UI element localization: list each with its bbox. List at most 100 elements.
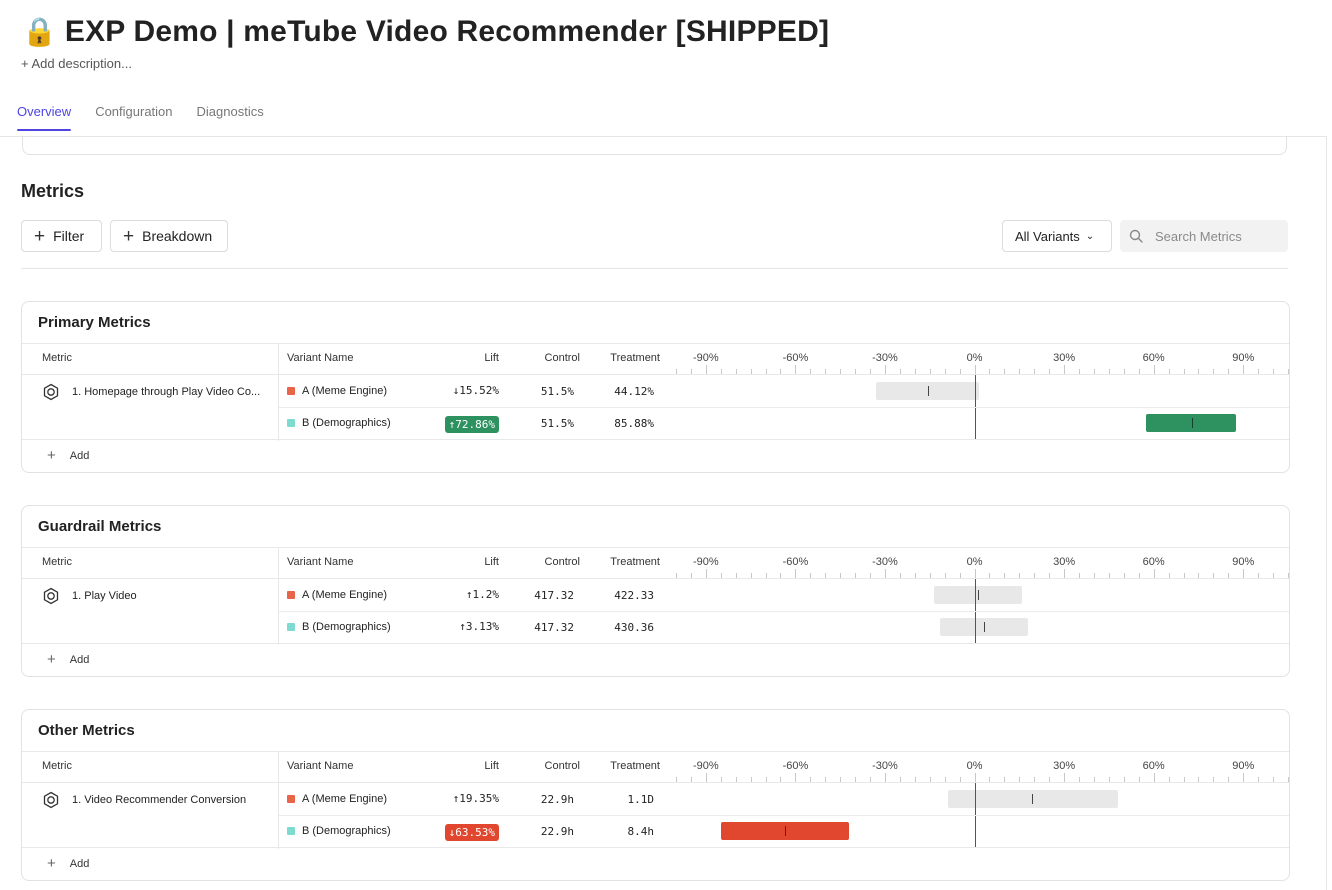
axis-tick	[1183, 573, 1185, 578]
axis-tick	[870, 573, 872, 578]
column-header-control[interactable]: Control	[532, 760, 580, 772]
axis-tick-label: 0%	[966, 760, 983, 772]
lift-value: ↑19.35%	[452, 792, 499, 805]
variant-row[interactable]: B (Demographics)	[287, 407, 452, 439]
column-header-metric[interactable]: Metric	[42, 556, 72, 568]
column-header-lift[interactable]: Lift	[452, 556, 499, 568]
column-header-metric[interactable]: Metric	[42, 760, 72, 772]
metric-name[interactable]: 1. Play Video	[42, 587, 272, 605]
confidence-interval-bar[interactable]	[1146, 414, 1236, 432]
column-header-lift[interactable]: Lift	[452, 760, 499, 772]
treatment-value: 85.88%	[614, 417, 654, 430]
add-metric-button[interactable]: + Add	[47, 855, 89, 872]
lift-point-marker	[983, 622, 985, 632]
header-divider	[22, 578, 1289, 579]
tab-diagnostics[interactable]: Diagnostics	[197, 104, 264, 131]
treatment-value: 1.1D	[627, 793, 655, 806]
lift-point-marker	[1032, 794, 1034, 804]
variant-row[interactable]: A (Meme Engine)	[287, 783, 452, 815]
search-metrics[interactable]	[1120, 220, 1288, 252]
axis-tick-label: -60%	[782, 760, 809, 772]
axis-tick	[884, 569, 886, 578]
column-header-lift[interactable]: Lift	[452, 352, 499, 364]
axis-tick	[1153, 569, 1155, 578]
column-header-metric[interactable]: Metric	[42, 352, 72, 364]
filter-button[interactable]: + Filter	[21, 220, 102, 252]
control-value: 22.9h	[540, 825, 574, 838]
axis-tick	[780, 369, 782, 374]
column-header-control[interactable]: Control	[532, 352, 580, 364]
variant-color-swatch	[287, 795, 295, 803]
add-metric-button[interactable]: + Add	[47, 651, 89, 668]
axis-tick	[1213, 573, 1215, 578]
breakdown-button[interactable]: + Breakdown	[110, 220, 228, 252]
add-description-link[interactable]: + Add description...	[21, 56, 132, 71]
axis-tick-label: 30%	[1053, 760, 1076, 772]
axis-tick	[944, 573, 946, 578]
variant-row[interactable]: A (Meme Engine)	[287, 579, 452, 611]
axis-tick	[735, 573, 737, 578]
axis-tick	[870, 369, 872, 374]
column-header-treatment[interactable]: Treatment	[604, 352, 660, 364]
axis-tick	[1198, 369, 1200, 374]
lift-cell: ↓63.53%	[436, 824, 499, 841]
row-divider	[279, 815, 1289, 816]
axis-tick	[1273, 777, 1275, 782]
control-value: 51.5%	[540, 385, 574, 398]
axis-tick	[1213, 777, 1215, 782]
lift-value: ↑1.2%	[465, 588, 499, 601]
axis-tick	[750, 777, 752, 782]
experiment-title[interactable]: EXP Demo | meTube Video Recommender [SHI…	[65, 14, 829, 50]
experiment-title-row: 🔒 EXP Demo | meTube Video Recommender [S…	[22, 14, 829, 50]
row-divider	[279, 407, 1289, 408]
axis-tick	[1004, 573, 1006, 578]
lift-point-marker	[978, 590, 980, 600]
column-header-variant-name[interactable]: Variant Name	[287, 352, 353, 364]
axis-tick	[705, 365, 707, 374]
tab-configuration[interactable]: Configuration	[95, 104, 172, 131]
column-header-variant-name[interactable]: Variant Name	[287, 556, 353, 568]
variant-row[interactable]: A (Meme Engine)	[287, 375, 452, 407]
axis-tick	[720, 573, 722, 578]
lift-cell: ↑1.2%	[436, 588, 499, 601]
column-header-treatment[interactable]: Treatment	[604, 760, 660, 772]
column-divider	[278, 343, 279, 441]
axis-tick-label: -90%	[693, 556, 719, 568]
axis-tick	[825, 369, 827, 374]
axis-tick	[1034, 369, 1036, 374]
column-header-treatment[interactable]: Treatment	[604, 556, 660, 568]
chevron-down-icon: ⌄	[1085, 230, 1095, 242]
variant-row[interactable]: B (Demographics)	[287, 815, 452, 847]
axis-tick	[1273, 369, 1275, 374]
variant-name: A (Meme Engine)	[302, 589, 387, 601]
scroll-track[interactable]	[1326, 136, 1327, 890]
axis-tick-label: -90%	[693, 760, 719, 772]
axis-tick	[929, 777, 931, 782]
column-header-variant-name[interactable]: Variant Name	[287, 760, 353, 772]
axis-tick	[1079, 777, 1081, 782]
axis-tick	[1228, 777, 1230, 782]
table-bottom-divider	[22, 439, 1289, 440]
search-metrics-input[interactable]	[1155, 228, 1275, 244]
axis-tick	[1049, 777, 1051, 782]
axis-tick	[1243, 569, 1245, 578]
lift-value: ↓15.52%	[452, 384, 499, 397]
add-metric-button[interactable]: + Add	[47, 447, 89, 464]
column-header-control[interactable]: Control	[532, 556, 580, 568]
axis-tick-label: 0%	[966, 352, 983, 364]
variant-color-swatch	[287, 827, 295, 835]
add-metric-label: Add	[69, 449, 90, 462]
axis-tick	[855, 369, 857, 374]
metric-name[interactable]: 1. Homepage through Play Video Co...	[42, 383, 272, 401]
add-metric-label: Add	[69, 857, 90, 870]
axis-tick	[1064, 569, 1066, 578]
axis-tick	[899, 573, 901, 578]
metric-name[interactable]: 1. Video Recommender Conversion	[42, 791, 272, 809]
lift-cell: ↑19.35%	[436, 792, 499, 805]
axis-tick	[989, 573, 991, 578]
variant-name: B (Demographics)	[302, 621, 391, 633]
lift-point-marker	[784, 826, 786, 836]
variant-row[interactable]: B (Demographics)	[287, 611, 452, 643]
variants-dropdown[interactable]: All Variants ⌄	[1002, 220, 1112, 252]
tab-overview[interactable]: Overview	[17, 104, 72, 131]
